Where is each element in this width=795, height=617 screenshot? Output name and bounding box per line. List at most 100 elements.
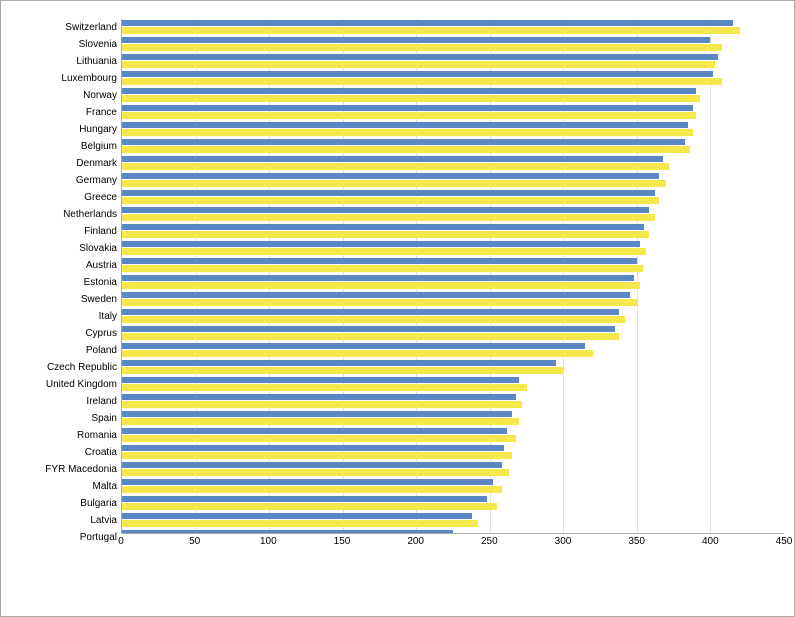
bar-blue — [122, 71, 713, 77]
bar-blue — [122, 428, 507, 434]
bar-yellow — [122, 435, 516, 441]
bar-blue — [122, 88, 696, 94]
bar-yellow — [122, 316, 625, 322]
y-label: Czech Republic — [11, 359, 121, 376]
y-label: Sweden — [11, 291, 121, 308]
x-axis-tick: 150 — [334, 536, 351, 547]
bar-blue — [122, 190, 655, 196]
bar-yellow — [122, 112, 696, 118]
bars-area — [121, 19, 784, 534]
bar-blue — [122, 207, 649, 213]
y-label: Luxembourg — [11, 70, 121, 87]
y-label: Slovakia — [11, 240, 121, 257]
bar-yellow — [122, 350, 593, 356]
y-label: Spain — [11, 410, 121, 427]
bar-yellow — [122, 265, 643, 271]
y-label: Greece — [11, 189, 121, 206]
bar-yellow — [122, 486, 502, 492]
bar-yellow — [122, 452, 512, 458]
y-label: FYR Macedonia — [11, 461, 121, 478]
bar-blue — [122, 445, 504, 451]
y-label: Belgium — [11, 138, 121, 155]
y-label: Ireland — [11, 393, 121, 410]
bar-yellow — [122, 197, 659, 203]
y-label: Croatia — [11, 444, 121, 461]
y-label: Lithuania — [11, 53, 121, 70]
bar-blue — [122, 343, 585, 349]
bar-blue — [122, 122, 688, 128]
chart-area: SwitzerlandSloveniaLithuaniaLuxembourgNo… — [11, 19, 784, 554]
x-axis-tick: 450 — [776, 536, 793, 547]
y-labels: SwitzerlandSloveniaLithuaniaLuxembourgNo… — [11, 19, 121, 554]
x-axis-tick: 350 — [628, 536, 645, 547]
y-label: Estonia — [11, 274, 121, 291]
bar-yellow — [122, 180, 666, 186]
bar-yellow — [122, 78, 722, 84]
y-label: France — [11, 104, 121, 121]
bar-blue — [122, 173, 659, 179]
y-label: Cyprus — [11, 325, 121, 342]
bars-and-xaxis: 050100150200250300350400450 — [121, 19, 784, 554]
y-label: Germany — [11, 172, 121, 189]
y-label: Italy — [11, 308, 121, 325]
bar-yellow — [122, 384, 527, 390]
bar-blue — [122, 360, 556, 366]
y-label: Netherlands — [11, 206, 121, 223]
bar-yellow — [122, 129, 693, 135]
bar-yellow — [122, 520, 478, 526]
bar-blue — [122, 156, 663, 162]
bar-blue — [122, 224, 644, 230]
y-label: United Kingdom — [11, 376, 121, 393]
bar-blue — [122, 54, 718, 60]
bar-yellow — [122, 469, 509, 475]
bar-yellow — [122, 503, 497, 509]
bar-blue — [122, 462, 502, 468]
bar-blue — [122, 513, 472, 519]
x-axis-tick: 0 — [118, 536, 124, 547]
bar-yellow — [122, 27, 740, 33]
y-label: Malta — [11, 478, 121, 495]
bar-blue — [122, 20, 733, 26]
bar-yellow — [122, 401, 522, 407]
y-label: Norway — [11, 87, 121, 104]
bar-yellow — [122, 231, 649, 237]
bar-yellow — [122, 248, 646, 254]
bar-blue — [122, 309, 619, 315]
bar-blue — [122, 292, 630, 298]
bar-blue — [122, 496, 487, 502]
bar-blue — [122, 479, 493, 485]
y-label: Latvia — [11, 512, 121, 529]
bar-blue — [122, 258, 637, 264]
bar-blue — [122, 139, 685, 145]
bar-yellow — [122, 333, 619, 339]
y-label: Romania — [11, 427, 121, 444]
x-axis-tick: 50 — [189, 536, 200, 547]
y-label: Denmark — [11, 155, 121, 172]
x-axis-tick: 250 — [481, 536, 498, 547]
bar-yellow — [122, 299, 637, 305]
chart-container: SwitzerlandSloveniaLithuaniaLuxembourgNo… — [0, 0, 795, 617]
bar-yellow — [122, 214, 655, 220]
bar-blue — [122, 411, 512, 417]
y-label: Austria — [11, 257, 121, 274]
x-axis-tick: 300 — [555, 536, 572, 547]
y-label: Finland — [11, 223, 121, 240]
x-axis: 050100150200250300350400450 — [121, 534, 784, 554]
bar-blue — [122, 326, 615, 332]
bar-yellow — [122, 282, 640, 288]
bar-yellow — [122, 44, 722, 50]
x-axis-tick: 100 — [260, 536, 277, 547]
bar-yellow — [122, 146, 690, 152]
bar-yellow — [122, 367, 563, 373]
y-label: Portugal — [11, 529, 121, 546]
x-axis-tick: 200 — [407, 536, 424, 547]
bar-yellow — [122, 418, 519, 424]
y-label: Switzerland — [11, 19, 121, 36]
bar-yellow — [122, 61, 715, 67]
bar-blue — [122, 37, 710, 43]
bar-blue — [122, 275, 634, 281]
y-label: Slovenia — [11, 36, 121, 53]
y-label: Hungary — [11, 121, 121, 138]
x-axis-tick: 400 — [702, 536, 719, 547]
bar-yellow — [122, 163, 669, 169]
